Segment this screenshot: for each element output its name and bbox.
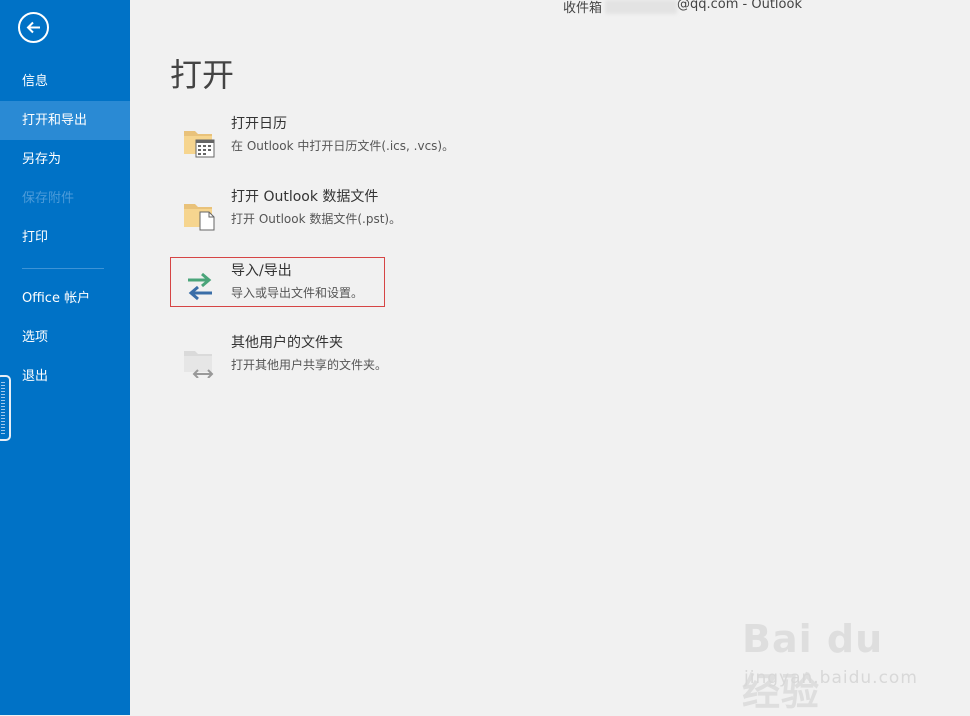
open-data-file-option[interactable]: 打开 Outlook 数据文件 打开 Outlook 数据文件(.pst)。 bbox=[170, 186, 401, 236]
sidebar-item-options[interactable]: 选项 bbox=[0, 318, 130, 357]
scroll-handle[interactable] bbox=[0, 375, 11, 441]
back-button[interactable] bbox=[18, 12, 49, 43]
sidebar-item-save-attachments: 保存附件 bbox=[22, 191, 75, 206]
baidu-watermark: Bai du 经验 jingyan.baidu.com bbox=[742, 612, 932, 714]
import-export-title: 导入/导出 bbox=[231, 263, 292, 279]
import-export-description: 导入或导出文件和设置。 bbox=[231, 286, 364, 300]
open-data-file-title: 打开 Outlook 数据文件 bbox=[231, 189, 379, 205]
open-data-file-description: 打开 Outlook 数据文件(.pst)。 bbox=[231, 212, 402, 226]
shared-folder-icon bbox=[184, 351, 214, 378]
other-user-folder-option[interactable]: 其他用户的文件夹 打开其他用户共享的文件夹。 bbox=[170, 332, 388, 382]
window-title-inbox: 收件箱 bbox=[563, 1, 603, 16]
sidebar-item-exit[interactable]: 退出 bbox=[0, 357, 130, 396]
open-calendar-description: 在 Outlook 中打开日历文件(.ics, .vcs)。 bbox=[231, 139, 455, 153]
calendar-folder-icon bbox=[184, 131, 215, 158]
other-user-folder-title: 其他用户的文件夹 bbox=[231, 335, 343, 351]
other-user-folder-description: 打开其他用户共享的文件夹。 bbox=[231, 358, 388, 372]
import-export-option[interactable]: 导入/导出 导入或导出文件和设置。 bbox=[170, 257, 385, 307]
backstage-sidebar: 信息 打开和导出 另存为 保存附件 打印 Office 帐户 选项 退出 bbox=[0, 0, 130, 715]
back-arrow-icon bbox=[26, 21, 40, 34]
sidebar-item-office-account[interactable]: Office 帐户 bbox=[0, 279, 130, 318]
window-title-account: @qq.com - Outlook bbox=[677, 0, 802, 12]
sidebar-item-save-as[interactable]: 另存为 bbox=[0, 140, 130, 179]
sidebar-item-open-export[interactable]: 打开和导出 bbox=[0, 101, 130, 140]
watermark-brand: Bai du 经验 bbox=[742, 617, 884, 714]
sidebar-item-info[interactable]: 信息 bbox=[0, 62, 130, 101]
redacted-email bbox=[605, 0, 677, 14]
sidebar-item-print[interactable]: 打印 bbox=[0, 218, 130, 257]
open-calendar-title: 打开日历 bbox=[231, 116, 287, 132]
sidebar-divider bbox=[22, 268, 104, 269]
open-calendar-option[interactable]: 打开日历 在 Outlook 中打开日历文件(.ics, .vcs)。 bbox=[170, 113, 454, 163]
import-export-arrows-icon bbox=[188, 272, 212, 301]
data-file-folder-icon bbox=[184, 204, 215, 231]
watermark-url: jingyan.baidu.com bbox=[744, 668, 918, 688]
page-title: 打开 bbox=[170, 56, 235, 94]
